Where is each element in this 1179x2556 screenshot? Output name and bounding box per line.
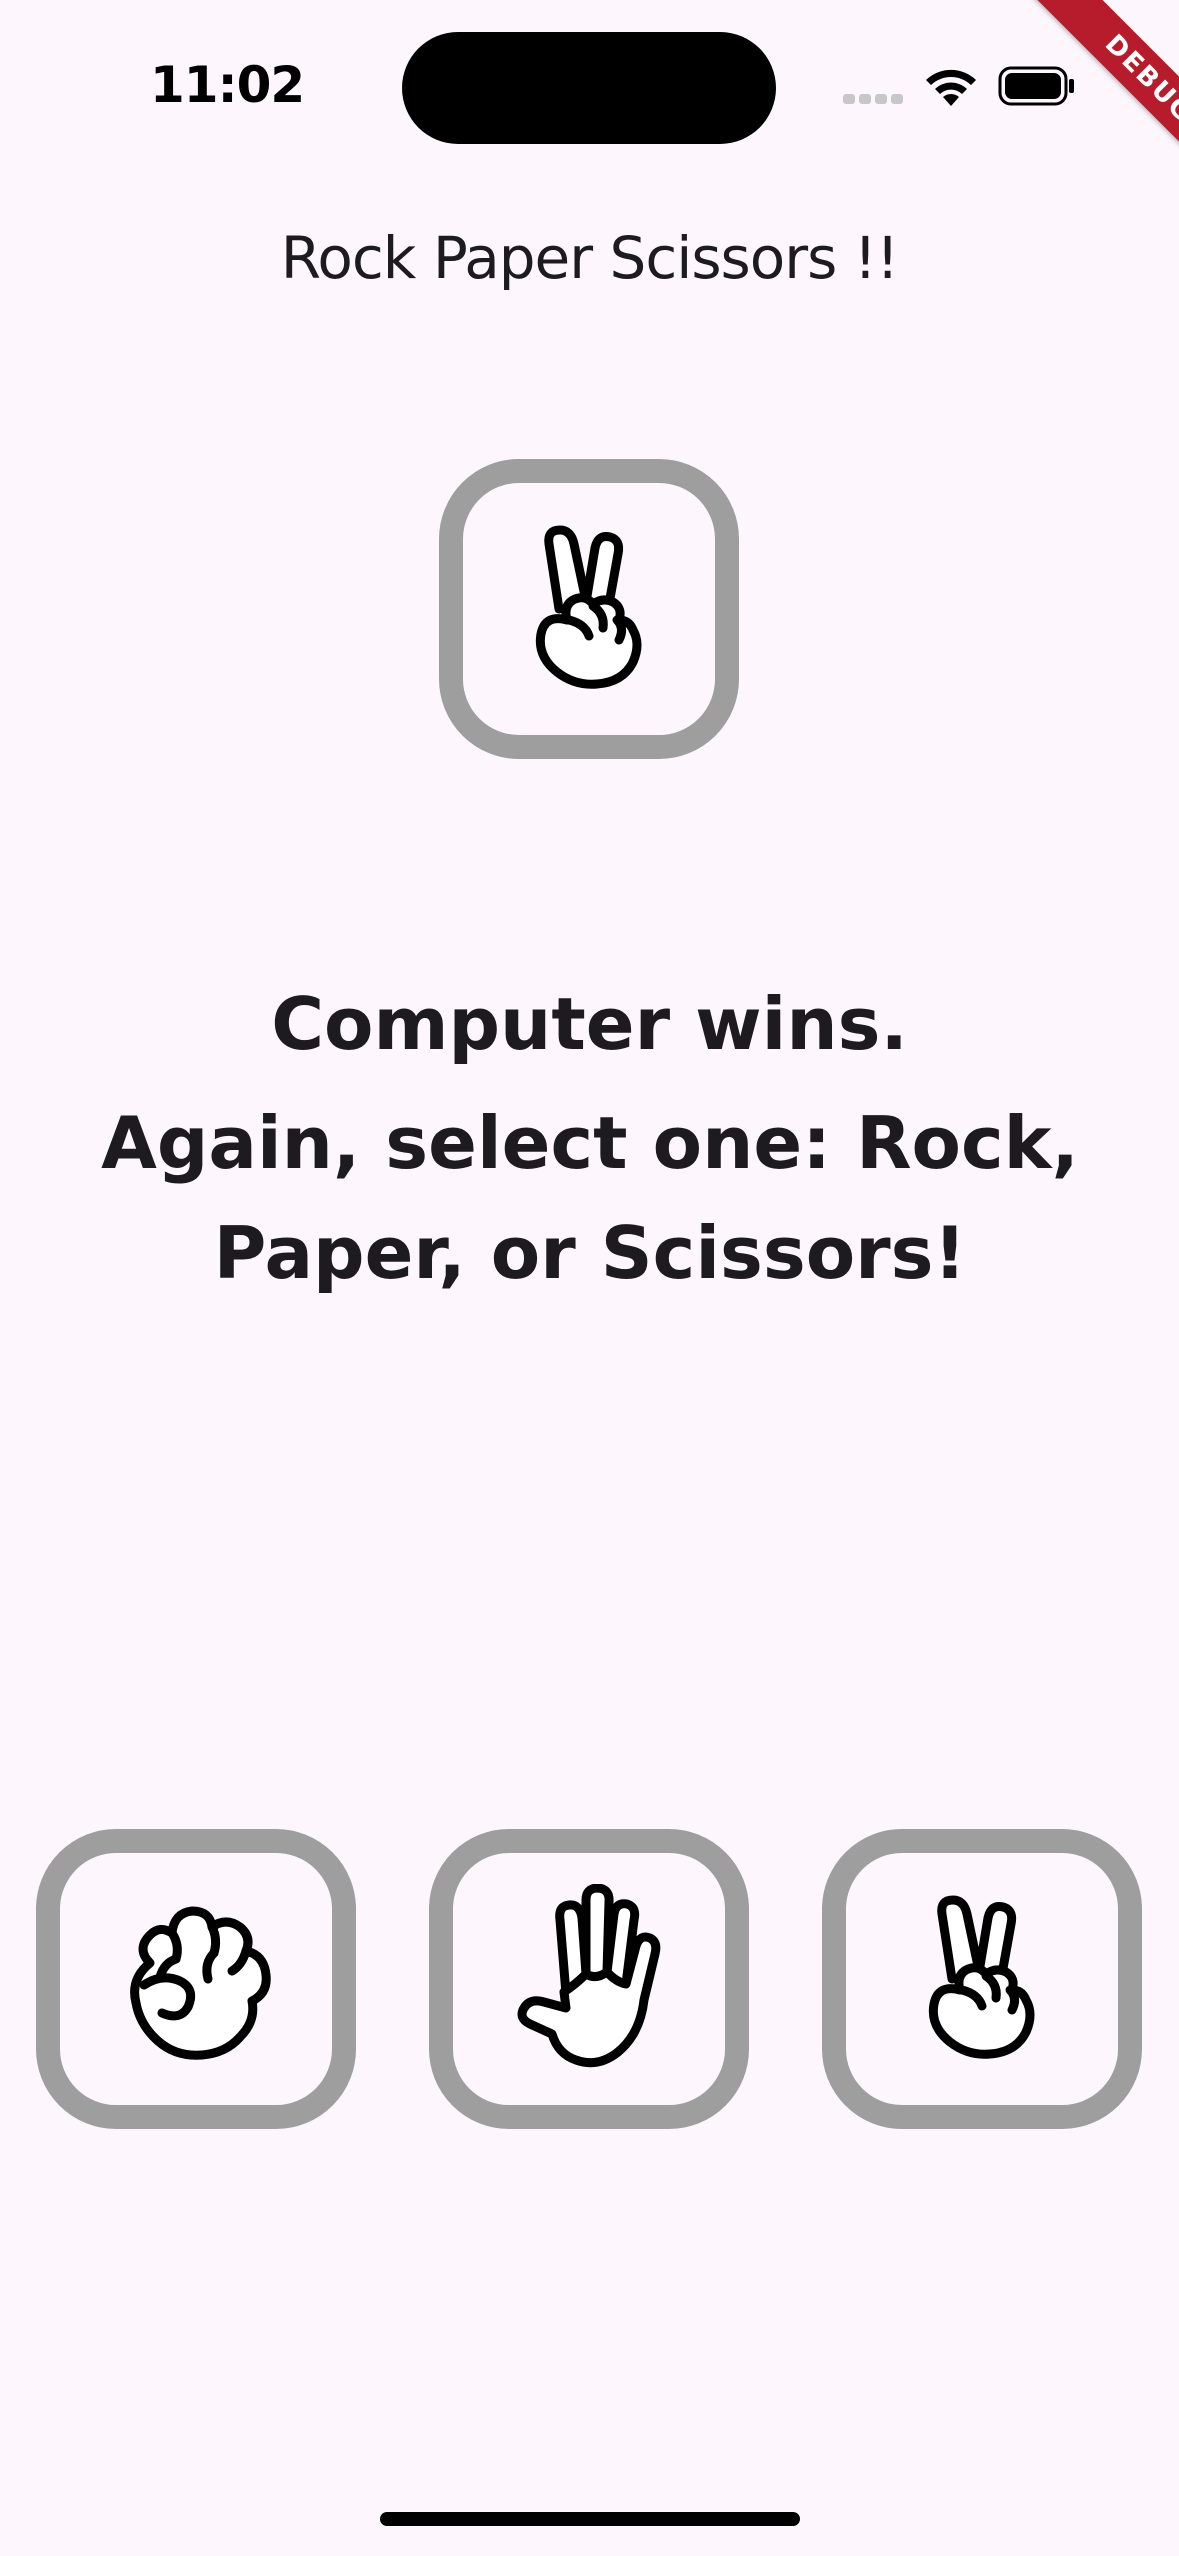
scissors-button[interactable] — [822, 1829, 1142, 2129]
dynamic-island — [402, 32, 776, 144]
debug-banner-label: DEBUG — [1026, 0, 1179, 200]
computer-choice-box — [439, 459, 739, 759]
home-indicator[interactable] — [380, 2512, 800, 2526]
wifi-icon — [926, 69, 976, 106]
rock-button[interactable] — [36, 1829, 356, 2129]
result-message: Computer wins. — [271, 982, 908, 1066]
debug-banner: DEBUG — [979, 0, 1179, 200]
scissors-hand-icon — [922, 1894, 1042, 2064]
status-time: 11:02 — [150, 56, 305, 114]
paper-button[interactable] — [429, 1829, 749, 2129]
scissors-hand-icon — [529, 524, 649, 694]
prompt-message: Again, select one: Rock, Paper, or Sciss… — [101, 1101, 1079, 1295]
signal-dots-icon — [843, 94, 903, 104]
rock-hand-icon — [116, 1889, 276, 2069]
paper-hand-icon — [514, 1884, 664, 2074]
page-title: Rock Paper Scissors !! — [280, 224, 900, 292]
